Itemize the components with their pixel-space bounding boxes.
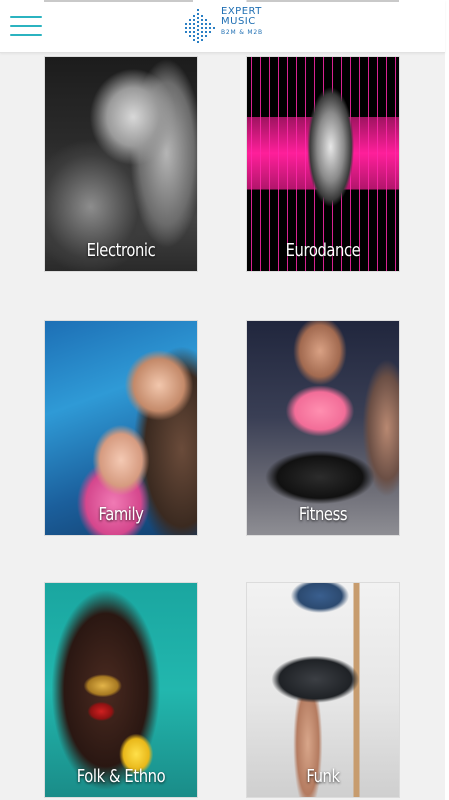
- logo-line-2: MUSIC: [221, 16, 256, 27]
- genre-card-funk[interactable]: Funk: [246, 582, 400, 798]
- genre-image: [247, 57, 399, 271]
- expert-music-logo[interactable]: EXPERT MUSIC B2M & M2B: [184, 6, 264, 48]
- genre-image: [247, 583, 399, 797]
- genre-card-fitness[interactable]: Fitness: [246, 320, 400, 536]
- genre-card-eurodance[interactable]: Eurodance: [246, 56, 400, 272]
- genre-label: Family: [98, 504, 144, 525]
- genre-image: [45, 583, 197, 797]
- genre-image: [247, 321, 399, 535]
- logo-tagline: B2M & M2B: [221, 29, 263, 36]
- site-header: EXPERT MUSIC B2M & M2B: [0, 0, 445, 53]
- menu-line: [10, 16, 42, 18]
- genre-label: Eurodance: [285, 240, 361, 261]
- genre-label: Fitness: [298, 504, 348, 525]
- logo-wordmark: EXPERT MUSIC B2M & M2B: [221, 7, 263, 37]
- genre-card-family[interactable]: Family: [44, 320, 198, 536]
- genre-card-electronic[interactable]: Electronic: [44, 56, 198, 272]
- menu-line: [10, 34, 42, 36]
- genre-label: Funk: [306, 766, 340, 787]
- genre-image: [45, 321, 197, 535]
- hamburger-menu-icon[interactable]: [10, 14, 42, 38]
- genre-grid: Electronic Eurodance Family Fitness Folk…: [0, 0, 449, 800]
- genre-label: Folk & Ethno: [76, 766, 166, 787]
- equalizer-logo-icon: [185, 9, 215, 43]
- menu-line: [10, 25, 42, 27]
- genre-image: [45, 57, 197, 271]
- genre-label: Electronic: [86, 240, 156, 261]
- genre-card-folk-ethno[interactable]: Folk & Ethno: [44, 582, 198, 798]
